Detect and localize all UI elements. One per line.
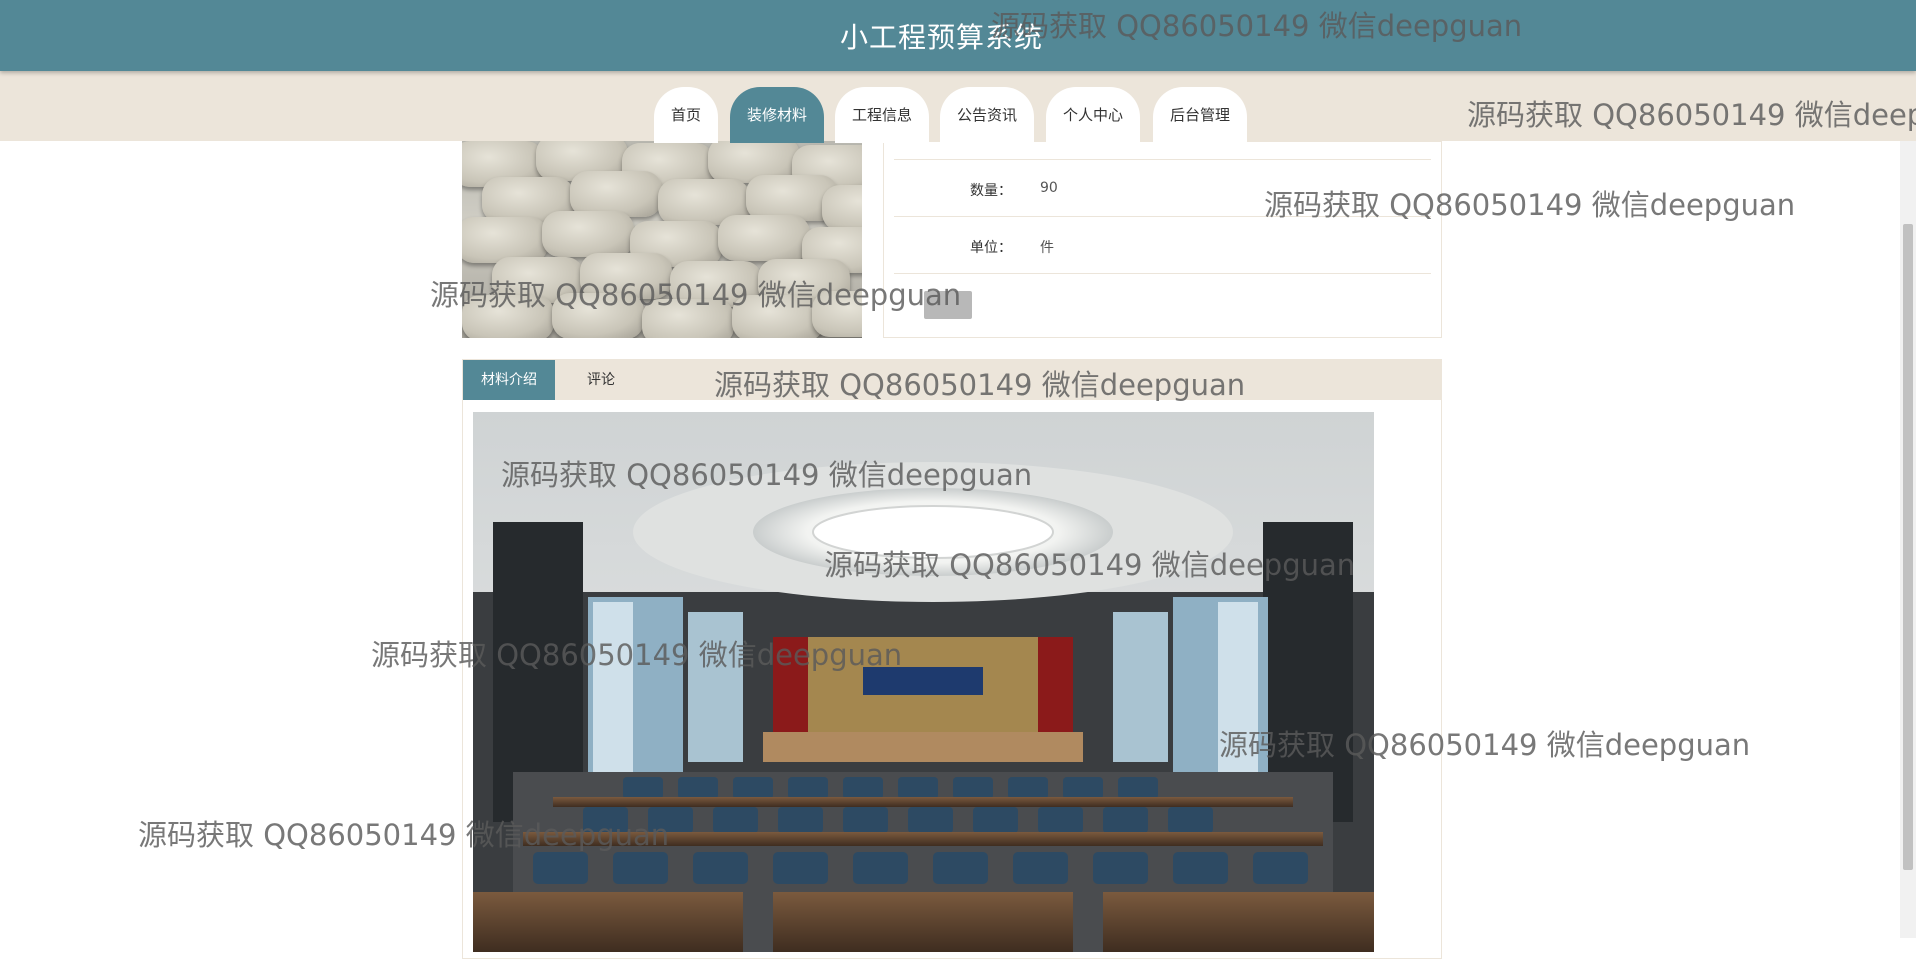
site-header: 小工程预算系统 bbox=[0, 0, 1916, 71]
nav-home[interactable]: 首页 bbox=[654, 87, 718, 143]
site-title: 小工程预算系统 bbox=[839, 21, 1043, 54]
nav-admin[interactable]: 后台管理 bbox=[1153, 87, 1247, 143]
info-row-quantity: 数量： 90 bbox=[894, 160, 1431, 217]
nav-decoration-materials[interactable]: 装修材料 bbox=[730, 87, 824, 143]
action-button[interactable] bbox=[924, 291, 972, 319]
nav-announcements[interactable]: 公告资讯 bbox=[940, 87, 1034, 143]
material-intro-image bbox=[473, 412, 1374, 952]
tabs-bar: 材料介绍 评论 bbox=[463, 360, 1441, 400]
quantity-label: 数量： bbox=[970, 183, 1012, 199]
info-row-actions bbox=[894, 274, 1431, 331]
tab-material-intro[interactable]: 材料介绍 bbox=[463, 360, 555, 400]
unit-value: 件 bbox=[1040, 240, 1054, 256]
unit-label: 单位： bbox=[970, 240, 1012, 256]
main-nav: 首页 装修材料 工程信息 公告资讯 个人中心 后台管理 bbox=[0, 71, 1916, 143]
nav-project-info[interactable]: 工程信息 bbox=[835, 87, 929, 143]
nav-personal-center[interactable]: 个人中心 bbox=[1046, 87, 1140, 143]
tab-comments[interactable]: 评论 bbox=[555, 360, 647, 400]
material-info-panel: 数量： 90 单位： 件 bbox=[883, 141, 1442, 338]
product-image bbox=[462, 141, 862, 338]
material-tabs-panel: 材料介绍 评论 bbox=[462, 359, 1442, 959]
info-row-unit: 单位： 件 bbox=[894, 217, 1431, 274]
conference-room-picture bbox=[473, 412, 1374, 952]
scrollbar-thumb[interactable] bbox=[1903, 224, 1913, 870]
main-content: 数量： 90 单位： 件 材料介绍 评论 bbox=[0, 141, 1900, 959]
quantity-value: 90 bbox=[1040, 180, 1058, 196]
